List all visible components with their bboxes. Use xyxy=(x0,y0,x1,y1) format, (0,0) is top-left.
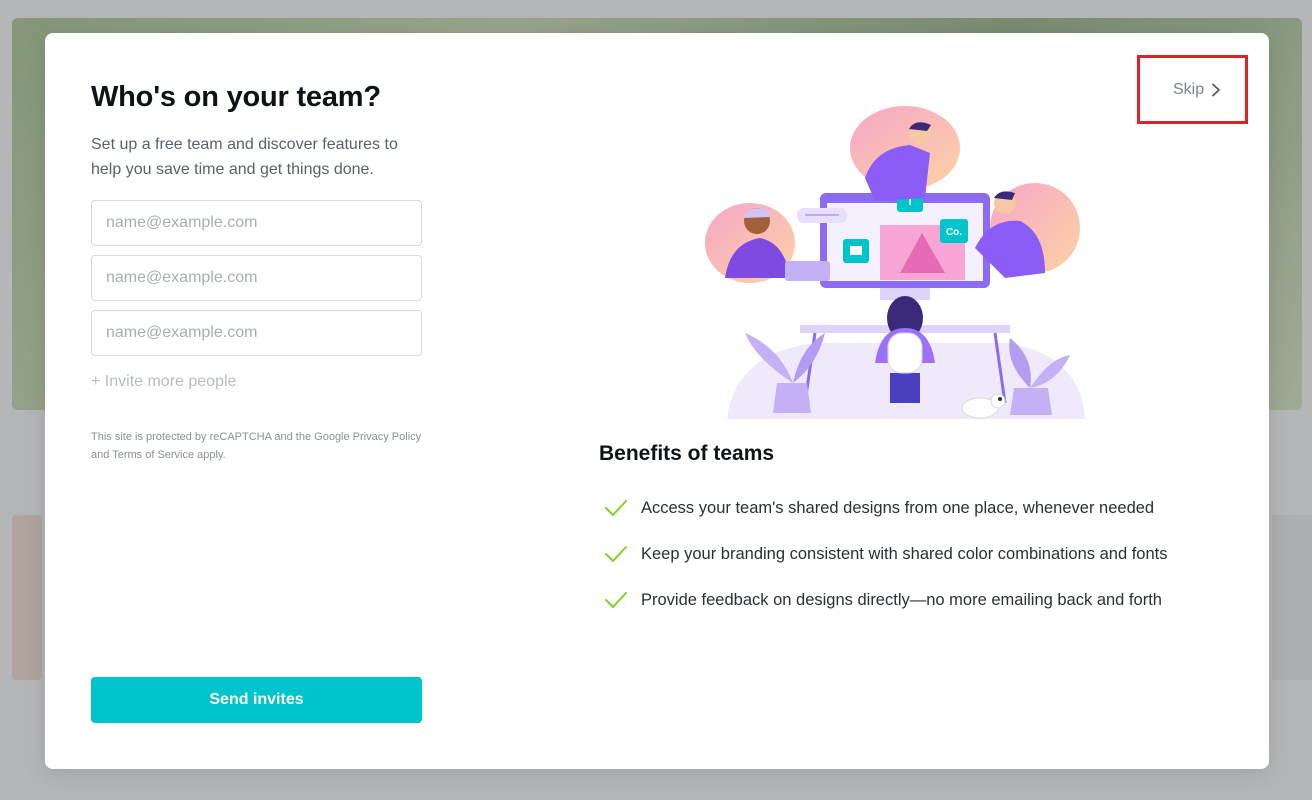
checkmark-icon xyxy=(605,546,627,562)
chevron-right-icon xyxy=(1212,83,1221,97)
illustration-badge-co: Co. xyxy=(946,227,962,238)
benefits-title: Benefits of teams xyxy=(599,442,775,465)
benefit-text: Access your team's shared designs from o… xyxy=(641,498,1155,517)
modal-subtitle: Set up a free team and discover features… xyxy=(91,136,398,178)
team-invite-modal: Who's on your team? Set up a free team a… xyxy=(45,33,1269,769)
benefit-text: Keep your branding consistent with share… xyxy=(641,544,1168,563)
skip-button[interactable]: Skip xyxy=(1173,81,1222,99)
checkmark-icon xyxy=(605,500,627,516)
email-field-1[interactable] xyxy=(91,200,422,246)
benefit-text: Provide feedback on designs directly—no … xyxy=(641,590,1162,609)
benefit-item: Provide feedback on designs directly—no … xyxy=(603,590,1162,610)
send-invites-button[interactable]: Send invites xyxy=(91,677,422,723)
modal-title: Who's on your team? xyxy=(91,81,381,113)
email-field-3[interactable] xyxy=(91,310,422,356)
benefit-item: Access your team's shared designs from o… xyxy=(603,498,1154,518)
invite-form: Who's on your team? Set up a free team a… xyxy=(91,33,422,769)
team-illustration: T Co. xyxy=(705,106,1085,419)
checkmark-icon xyxy=(605,592,627,608)
invite-more-link[interactable]: + Invite more people xyxy=(91,373,236,391)
benefit-item: Keep your branding consistent with share… xyxy=(603,544,1167,564)
email-field-2[interactable] xyxy=(91,255,422,301)
skip-label: Skip xyxy=(1173,81,1205,98)
recaptcha-notice: This site is protected by reCAPTCHA and … xyxy=(91,431,422,461)
